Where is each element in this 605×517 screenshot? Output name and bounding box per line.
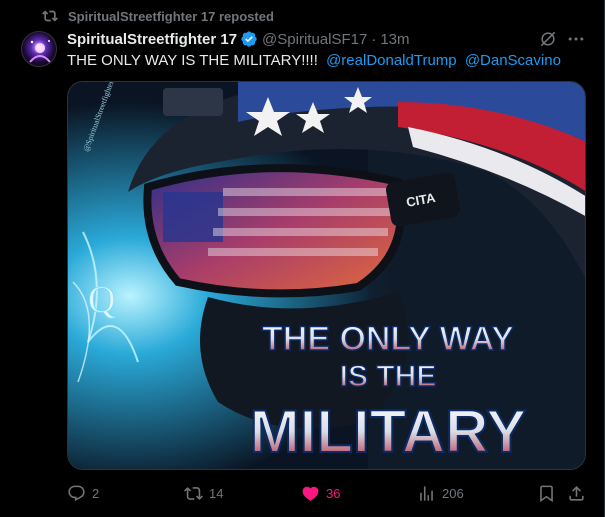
verified-badge-icon[interactable] [240,30,258,48]
mention-link[interactable]: @realDonaldTrump [326,52,457,69]
avatar-image [29,40,51,63]
share-icon [569,485,584,501]
repost-icon [42,10,58,22]
tweet-text: THE ONLY WAY IS THE MILITARY!!!! @realDo… [67,51,561,71]
headline-line1: THE ONLY WAY [262,320,514,358]
separator-dot: · [371,30,377,48]
military-helmet-image: CITA Q @SpiritualStreetfighter THE ONLY … [68,82,585,469]
share-button[interactable] [567,482,586,504]
tweet-header: SpiritualStreetfighter 17 @SpiritualSF17… [67,29,410,49]
bookmark-icon [540,485,553,502]
more-icon [568,37,584,41]
reply-button[interactable]: 2 [67,482,99,504]
tweet-body: THE ONLY WAY IS THE MILITARY!!!! [67,52,318,69]
repost-count: 14 [209,485,224,501]
display-name[interactable]: SpiritualStreetfighter 17 [67,31,237,48]
repost-label: SpiritualStreetfighter 17 reposted [68,8,274,24]
headline-line3: MILITARY [250,398,527,465]
views-button[interactable]: 206 [417,482,464,504]
handle[interactable]: @SpiritualSF17 [262,31,367,48]
repost-button[interactable]: 14 [184,482,223,504]
grok-button[interactable] [538,29,560,51]
heart-filled-icon [302,486,319,501]
views-count: 206 [442,485,464,501]
reply-count: 2 [92,485,100,501]
repost-indicator[interactable]: SpiritualStreetfighter 17 reposted [42,7,274,25]
tweet[interactable]: SpiritualStreetfighter 17 reposted Spiri… [0,0,605,517]
q-letter: Q [88,279,115,321]
timestamp[interactable]: 13m [380,31,409,48]
avatar[interactable] [21,31,57,67]
tweet-image[interactable]: CITA Q @SpiritualStreetfighter THE ONLY … [67,81,586,470]
repost-icon [184,486,203,500]
mention-link[interactable]: @DanScavino [465,52,561,69]
like-count: 36 [326,485,341,501]
reply-icon [68,485,85,501]
bookmark-button[interactable] [537,482,556,504]
action-bar: 2 14 36 206 [67,482,587,504]
like-button[interactable]: 36 [301,482,340,504]
grok-icon [540,31,556,47]
headline-line2: IS THE [340,360,437,393]
more-options-button[interactable] [566,29,588,51]
views-chart-icon [420,485,433,501]
